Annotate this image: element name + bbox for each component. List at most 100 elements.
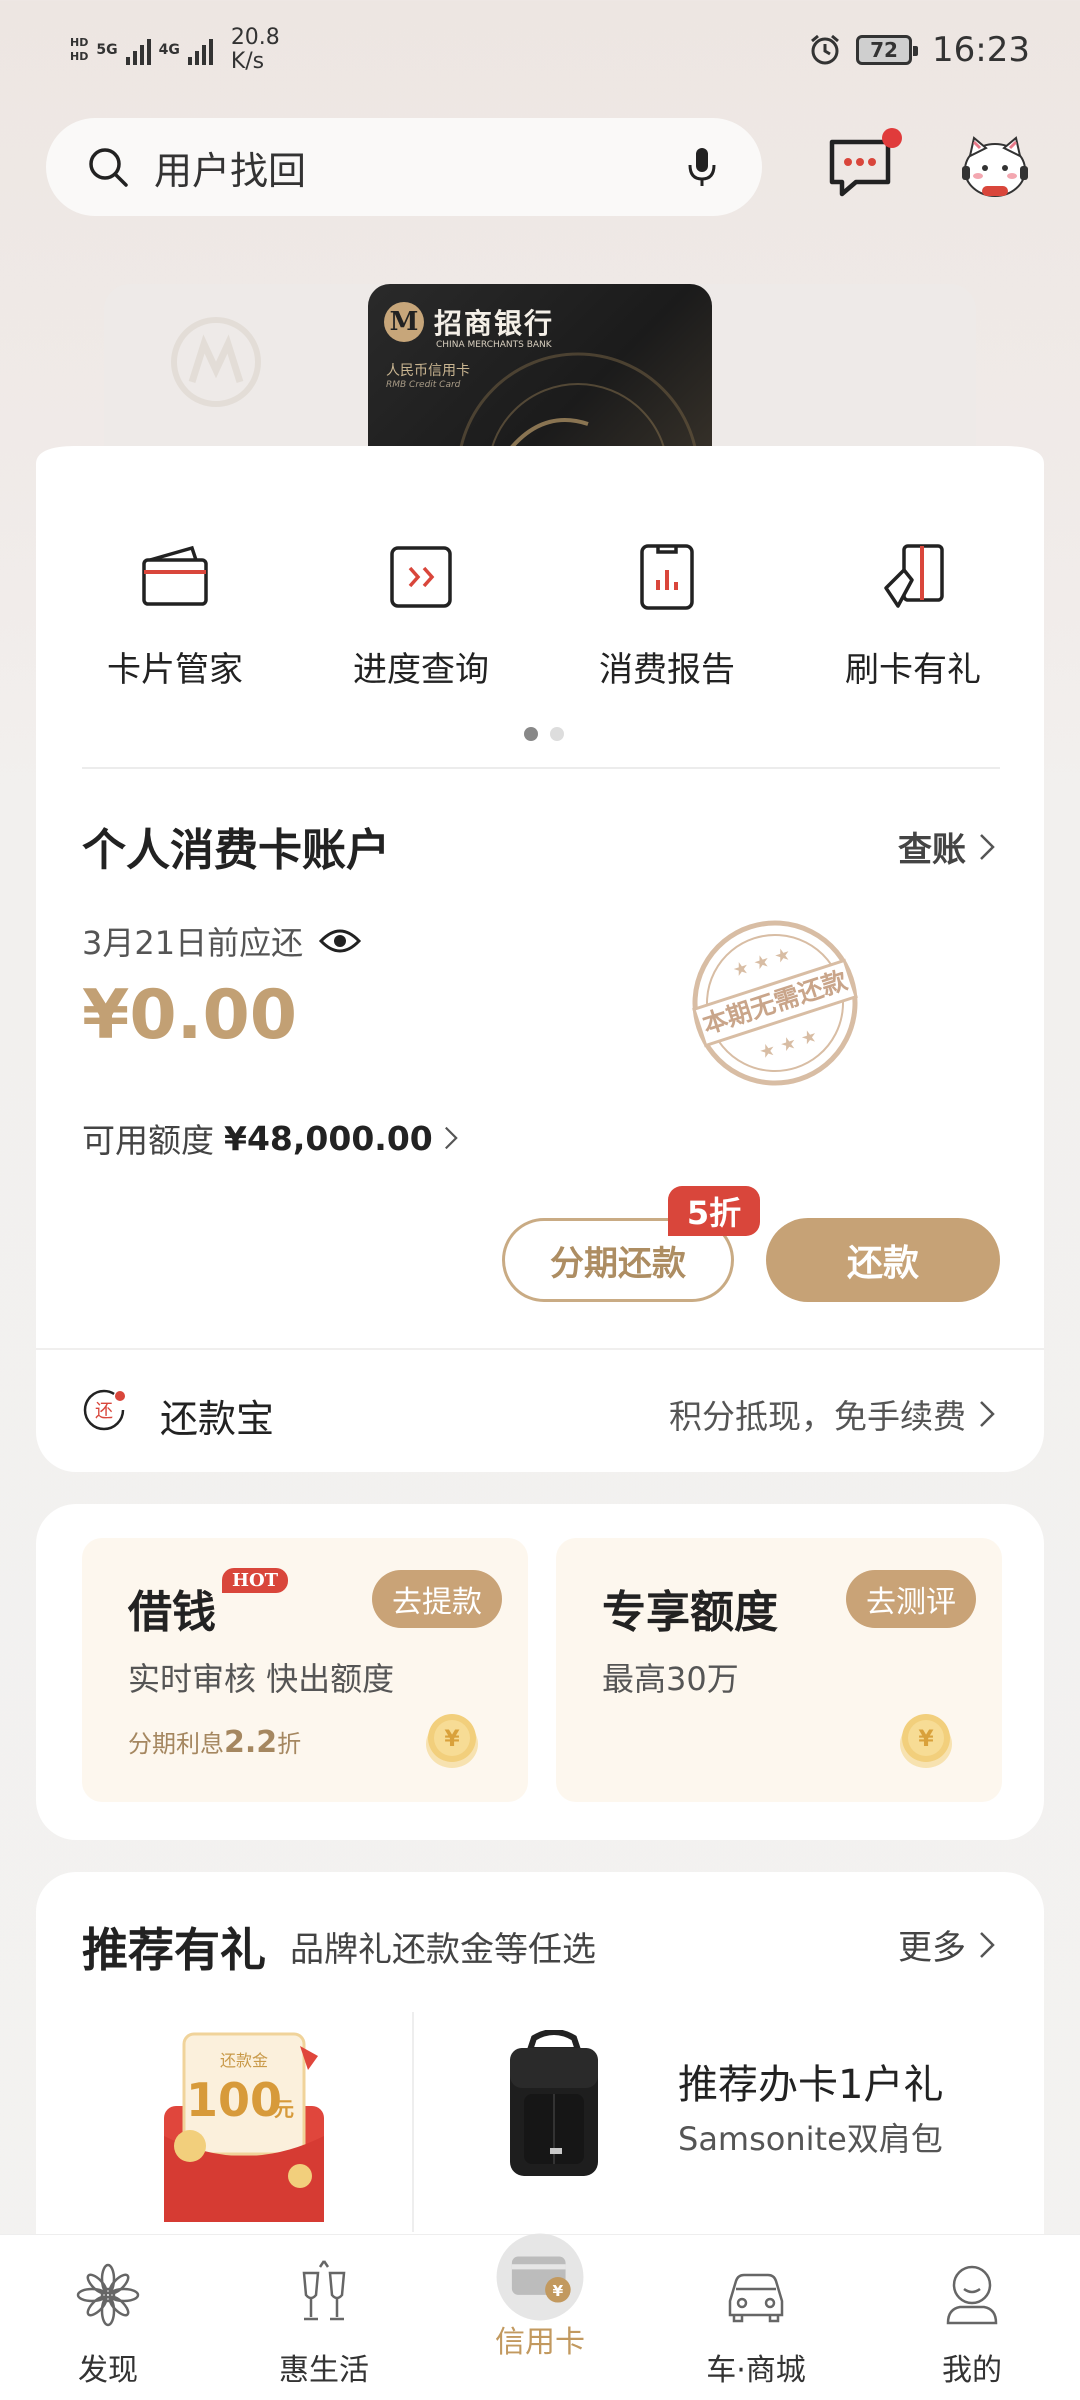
- discount-tag: 5折: [668, 1186, 760, 1236]
- chevron-right-icon: [980, 833, 995, 860]
- repay-treasure-icon: 还: [83, 1389, 125, 1431]
- panel-top-curve: [36, 446, 1044, 486]
- alarm-icon: [811, 34, 839, 65]
- chevron-right-icon: [980, 1401, 995, 1427]
- discover-icon: [76, 2263, 140, 2327]
- signal-icon: [125, 35, 151, 65]
- nav-life[interactable]: 惠生活: [216, 2235, 432, 2400]
- network-type: 4G: [158, 42, 180, 58]
- hd-badge: HD: [70, 50, 89, 63]
- search-bar[interactable]: 用户找回: [46, 118, 762, 216]
- hd-badge: HD: [70, 36, 89, 49]
- coin-icon: ¥: [426, 1714, 478, 1768]
- quick-action-card-manager[interactable]: 卡片管家: [52, 540, 298, 691]
- quick-action-label: 消费报告: [599, 650, 735, 690]
- divider: [82, 767, 1000, 769]
- red-envelope-image[interactable]: 还款金 100 元: [150, 2026, 336, 2226]
- swipe-gift-icon: [884, 544, 944, 608]
- chevron-right-icon: [980, 1931, 995, 1958]
- coin-icon: ¥: [900, 1714, 952, 1768]
- card-wallet-icon: [142, 545, 208, 606]
- network-type: 5G: [96, 42, 118, 58]
- nav-label: 我的: [942, 2353, 1002, 2388]
- bank-logo-icon: [171, 317, 261, 407]
- search-icon: [89, 148, 128, 187]
- quick-action-label: 进度查询: [353, 650, 489, 690]
- credit-label: 可用额度: [82, 1121, 214, 1160]
- credit-card-icon: ¥: [496, 2233, 584, 2321]
- svg-text:¥: ¥: [444, 1727, 460, 1752]
- view-bill-link[interactable]: 查账: [898, 822, 996, 871]
- svg-text:还款金: 还款金: [220, 2051, 268, 2070]
- quick-action-report[interactable]: 消费报告: [544, 540, 790, 691]
- quick-action-progress[interactable]: 进度查询: [298, 540, 544, 691]
- repay-treasure-label[interactable]: 还款宝: [160, 1388, 274, 1443]
- clock: 16:23: [932, 30, 1030, 70]
- nav-credit-card[interactable]: ¥ 信用卡: [432, 2233, 648, 2400]
- svg-text:¥: ¥: [553, 2282, 564, 2300]
- bank-logo-icon: M: [384, 302, 424, 342]
- spending-report-icon: [640, 544, 694, 610]
- nav-label: 信用卡: [495, 2325, 585, 2360]
- divider: [412, 2012, 414, 2232]
- microphone-icon[interactable]: [682, 145, 722, 189]
- borrow-title: 借钱: [128, 1587, 216, 1638]
- divider: [36, 1348, 1044, 1350]
- amount-due: ¥0.00: [82, 976, 298, 1055]
- recommend-item-title[interactable]: 推荐办卡1户礼: [678, 2052, 943, 2110]
- exclusive-limit-title: 专享额度: [602, 1587, 778, 1638]
- nav-label: 发现: [78, 2353, 138, 2388]
- nav-profile[interactable]: 我的: [864, 2235, 1080, 2400]
- status-left: HD HD 5G 4G 20.8 K/s: [70, 26, 280, 74]
- recommend-item-subtitle: Samsonite双肩包: [678, 2120, 943, 2158]
- credit-value: ¥48,000.00: [224, 1118, 433, 1158]
- life-icon: [302, 2260, 346, 2321]
- available-credit-row[interactable]: 可用额度 ¥48,000.00: [82, 1114, 459, 1162]
- chevron-right-icon: [444, 1126, 458, 1150]
- bank-name-en: CHINA MERCHANTS BANK: [436, 340, 552, 350]
- quick-action-label: 刷卡有礼: [845, 650, 981, 690]
- recommend-more-link[interactable]: 更多: [898, 1920, 996, 1969]
- bank-brand: M 招商银行: [384, 302, 554, 342]
- search-input[interactable]: 用户找回: [154, 140, 682, 195]
- nav-car-mall[interactable]: 车·商城: [648, 2235, 864, 2400]
- quick-action-gift[interactable]: 刷卡有礼: [790, 540, 1036, 691]
- progress-query-icon: [390, 546, 452, 608]
- bank-name: 招商银行: [434, 307, 555, 340]
- due-date-text: 3月21日前应还: [82, 924, 304, 962]
- withdraw-button[interactable]: 去提款: [372, 1570, 502, 1628]
- due-date-row: 3月21日前应还: [82, 918, 362, 964]
- recommend-title: 推荐有礼: [82, 1923, 266, 1977]
- bottom-nav: 发现 惠生活 ¥ 信用卡 车·商城 我的: [0, 2233, 1080, 2400]
- status-bar: HD HD 5G 4G 20.8 K/s 72 16:23: [0, 0, 1080, 100]
- car-mall-icon: [728, 2273, 784, 2323]
- status-right: 72 16:23: [808, 30, 1030, 70]
- repay-treasure-link[interactable]: 积分抵现，免手续费: [669, 1390, 996, 1438]
- repay-button[interactable]: 还款: [766, 1218, 1000, 1302]
- signal-icon: [187, 35, 213, 65]
- notification-dot: [882, 128, 902, 148]
- borrow-card[interactable]: 借钱 HOT 去提款 实时审核 快出额度 分期利息2.2折 ¥: [82, 1538, 528, 1802]
- repay-treasure-desc: 积分抵现，免手续费: [669, 1397, 966, 1436]
- hot-badge: HOT: [222, 1568, 289, 1593]
- borrow-interest-note: 分期利息2.2折: [128, 1725, 302, 1760]
- nav-label: 车·商城: [706, 2353, 806, 2388]
- network-speed: 20.8 K/s: [230, 25, 280, 74]
- exclusive-limit-desc: 最高30万: [602, 1660, 739, 1698]
- nav-discover[interactable]: 发现: [0, 2235, 216, 2400]
- svg-text:100: 100: [186, 2073, 282, 2127]
- card-type-en: RMB Credit Card: [386, 380, 461, 390]
- account-title: 个人消费卡账户: [82, 825, 390, 876]
- eye-icon[interactable]: [319, 927, 362, 955]
- backpack-image[interactable]: [494, 2030, 614, 2180]
- avatar[interactable]: [956, 126, 1034, 204]
- svg-text:还: 还: [95, 1401, 113, 1422]
- profile-icon: [946, 2265, 998, 2325]
- message-icon[interactable]: [826, 136, 894, 200]
- quick-action-label: 卡片管家: [107, 650, 243, 690]
- exclusive-limit-card[interactable]: 专享额度 去测评 最高30万 ¥: [556, 1538, 1002, 1802]
- evaluate-button[interactable]: 去测评: [846, 1570, 976, 1628]
- nav-label: 惠生活: [279, 2353, 369, 2388]
- svg-text:★ ★ ★: ★ ★ ★: [730, 943, 793, 981]
- borrow-desc: 实时审核 快出额度: [128, 1660, 395, 1698]
